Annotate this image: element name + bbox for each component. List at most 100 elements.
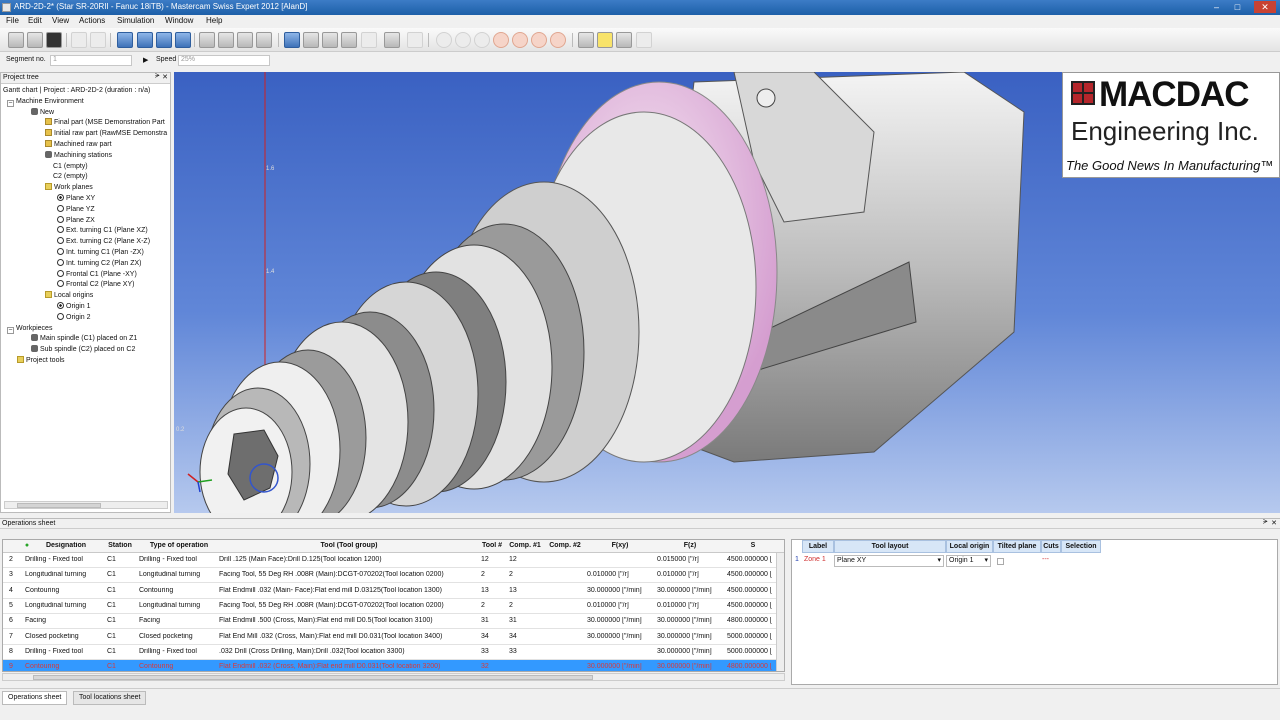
tree-item[interactable]: Work planes <box>45 183 93 193</box>
select-icon[interactable] <box>117 32 133 48</box>
list-icon[interactable] <box>616 32 632 48</box>
tree-item[interactable]: Machined raw part <box>45 140 112 150</box>
table-row[interactable]: 4 Contouring C1 Contouring Flat Endmill .032… <box>3 584 784 599</box>
tilted-plane-checkbox[interactable] <box>997 558 1004 565</box>
table-row[interactable]: 6 Facing C1 Facing Flat Endmill .500 (Cross,… <box>3 614 784 630</box>
menu-edit[interactable]: Edit <box>28 16 42 25</box>
menu-file[interactable]: File <box>6 16 19 25</box>
close-icon[interactable]: ✕ <box>1271 519 1277 527</box>
col-cuts[interactable]: Cuts <box>1041 540 1061 553</box>
tab-operations-sheet[interactable]: Operations sheet <box>2 691 68 705</box>
simulation-viewport[interactable]: 1.6 1.4 0.2 MACDAC Engineering Inc. The … <box>174 72 1280 513</box>
close-icon[interactable]: ✕ <box>162 73 168 81</box>
grid-icon[interactable] <box>597 32 613 48</box>
col-tilted-plane[interactable]: Tilted plane <box>993 540 1041 553</box>
play-small-icon[interactable]: ▶ <box>143 56 148 64</box>
tree-item[interactable]: C2 (empty) <box>53 172 88 182</box>
zoom-window-icon[interactable] <box>341 32 357 48</box>
step-back-icon[interactable] <box>455 32 471 48</box>
tree-item[interactable]: Ext. turning C1 (Plane XZ) <box>57 226 148 236</box>
tree-item[interactable]: Ext. turning C2 (Plane X-Z) <box>57 237 150 247</box>
local-origin-dropdown[interactable]: Origin 1 ▾ <box>946 555 991 567</box>
fast-forward-icon[interactable] <box>531 32 547 48</box>
tree-item[interactable]: Main spindle (C1) placed on Z1 <box>31 334 137 344</box>
new-file-icon[interactable] <box>8 32 24 48</box>
tree-item[interactable]: Initial raw part (RawMSE Demonstra <box>45 129 167 139</box>
tree-item[interactable]: Sub spindle (C2) placed on C2 <box>31 345 135 355</box>
tree-item[interactable]: Plane ZX <box>57 215 95 226</box>
zoom-out-icon[interactable] <box>322 32 338 48</box>
col-label[interactable]: Label <box>802 540 834 553</box>
pan-icon[interactable] <box>256 32 272 48</box>
collision-icon[interactable] <box>407 32 423 48</box>
tree-item[interactable]: Final part (MSE Demonstration Part <box>45 118 165 128</box>
segment-slider[interactable]: 1 <box>50 55 132 66</box>
tree-item[interactable]: Origin 1 <box>57 302 91 312</box>
rotate-icon[interactable] <box>237 32 253 48</box>
zoom-in-icon[interactable] <box>303 32 319 48</box>
col-local-origin[interactable]: Local origin <box>946 540 993 553</box>
maximize-button[interactable]: □ <box>1229 1 1246 13</box>
tree-item[interactable]: C1 (empty) <box>53 162 88 172</box>
measure-icon[interactable] <box>361 32 377 48</box>
close-window-button[interactable]: ✕ <box>1254 1 1276 13</box>
col-selection[interactable]: Selection <box>1061 540 1101 553</box>
table-row[interactable]: 2 Drilling - Fixed tool C1 Drilling - Fixed… <box>3 553 784 568</box>
stop-icon[interactable] <box>474 32 490 48</box>
stock-icon[interactable] <box>199 32 215 48</box>
toolpath-icon[interactable] <box>218 32 234 48</box>
menu-simulation[interactable]: Simulation <box>117 16 154 25</box>
save-icon[interactable] <box>46 32 62 48</box>
tool-layout-dropdown[interactable]: Plane XY ▾ <box>834 555 944 567</box>
pin-icon[interactable]: ᗒ <box>1263 519 1268 527</box>
col-tool-layout[interactable]: Tool layout <box>834 540 946 553</box>
tree-item[interactable]: Int. turning C2 (Plan ZX) <box>57 258 141 269</box>
tree-item[interactable]: Frontal C2 (Plane XY) <box>57 280 134 290</box>
table-row[interactable]: 3 Longitudinal turning C1 Longitudinal turn… <box>3 568 784 584</box>
open-file-icon[interactable] <box>27 32 43 48</box>
redo-icon[interactable] <box>90 32 106 48</box>
play-back-icon[interactable] <box>436 32 452 48</box>
tree-item[interactable]: Frontal C1 (Plane -XY) <box>57 269 137 280</box>
tree-item[interactable]: Gantt chart | Project : ARD-2D-2 (durati… <box>3 86 150 96</box>
hole-feature <box>756 88 776 108</box>
ops-hscrollbar[interactable] <box>2 673 785 681</box>
tree-hscrollbar[interactable] <box>4 501 168 509</box>
zone-label[interactable]: Zone 1 <box>804 554 826 568</box>
menu-view[interactable]: View <box>52 16 69 25</box>
speed-slider[interactable]: 25% <box>178 55 270 66</box>
table-row[interactable]: 5 Longitudinal turning C1 Longitudinal turn… <box>3 599 784 614</box>
tools-icon[interactable] <box>636 32 652 48</box>
undo-icon[interactable] <box>71 32 87 48</box>
tree-item[interactable]: Plane YZ <box>57 204 95 215</box>
view-side-icon[interactable] <box>156 32 172 48</box>
play-icon[interactable] <box>512 32 528 48</box>
step-forward-icon[interactable] <box>493 32 509 48</box>
tree-item[interactable]: Origin 2 <box>57 312 91 323</box>
tree-item[interactable]: – Machine Environment <box>7 97 84 107</box>
menu-window[interactable]: Window <box>165 16 193 25</box>
selection-value[interactable]: --- <box>1042 554 1049 568</box>
tree-item[interactable]: New <box>31 107 54 118</box>
table-row[interactable]: 7 Closed pocketing C1 Closed pocketing Flat … <box>3 630 784 645</box>
tree-item[interactable]: Project tools <box>17 356 65 366</box>
minimize-button[interactable]: – <box>1208 1 1225 13</box>
ops-vscrollbar[interactable] <box>776 553 784 671</box>
end-icon[interactable] <box>550 32 566 48</box>
tree-item[interactable]: Plane XY <box>57 194 95 204</box>
column-layout-icon[interactable] <box>578 32 594 48</box>
table-row[interactable]: 9 Contouring C1 Contouring Flat Endmill .032… <box>3 660 784 671</box>
table-row[interactable]: 8 Drilling - Fixed tool C1 Drilling - Fixed… <box>3 645 784 660</box>
shading-icon[interactable] <box>384 32 400 48</box>
menu-help[interactable]: Help <box>206 16 222 25</box>
tree-item[interactable]: Local origins <box>45 291 93 301</box>
tab-tool-locations-sheet[interactable]: Tool locations sheet <box>73 691 147 705</box>
tree-item[interactable]: – Workpieces <box>7 324 52 334</box>
view-top-icon[interactable] <box>175 32 191 48</box>
pin-icon[interactable]: ᗒ <box>155 73 160 81</box>
zoom-fit-icon[interactable] <box>284 32 300 48</box>
tree-item[interactable]: Int. turning C1 (Plan -ZX) <box>57 248 144 258</box>
view-front-icon[interactable] <box>137 32 153 48</box>
menu-actions[interactable]: Actions <box>79 16 105 25</box>
tree-item[interactable]: Machining stations <box>45 150 112 161</box>
